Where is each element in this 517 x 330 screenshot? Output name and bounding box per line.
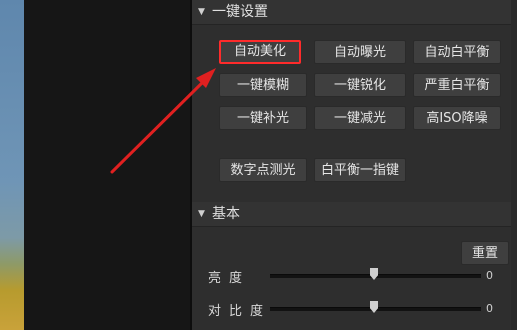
- digital-spot-metering-button[interactable]: 数字点测光: [219, 158, 307, 182]
- one-key-reduce-light-button[interactable]: 一键减光: [314, 106, 406, 130]
- one-key-section-header[interactable]: ▼ 一键设置: [192, 0, 517, 25]
- canvas-area: [24, 0, 190, 330]
- white-balance-one-touch-button[interactable]: 白平衡一指键: [314, 158, 406, 182]
- panel-scrollbar[interactable]: [511, 0, 517, 330]
- brightness-label: 亮度: [208, 271, 251, 286]
- high-iso-denoise-button[interactable]: 高ISO降噪: [413, 106, 501, 130]
- auto-beautify-button[interactable]: 自动美化: [219, 40, 301, 64]
- auto-exposure-button[interactable]: 自动曝光: [314, 40, 406, 64]
- reset-button[interactable]: 重置: [461, 241, 509, 265]
- one-key-blur-button[interactable]: 一键模糊: [219, 73, 307, 97]
- contrast-value: 0: [486, 302, 493, 315]
- photo-preview-edge: [0, 0, 24, 330]
- strict-white-balance-button[interactable]: 严重白平衡: [413, 73, 501, 97]
- one-key-section-title: 一键设置: [212, 4, 268, 20]
- contrast-label: 对比度: [208, 304, 272, 319]
- brightness-value: 0: [486, 269, 493, 282]
- one-key-sharpen-button[interactable]: 一键锐化: [314, 73, 406, 97]
- basic-section-header[interactable]: ▼ 基本: [192, 202, 517, 227]
- one-key-fill-light-button[interactable]: 一键补光: [219, 106, 307, 130]
- auto-white-balance-button[interactable]: 自动白平衡: [413, 40, 501, 64]
- chevron-down-icon: ▼: [198, 209, 205, 219]
- chevron-down-icon: ▼: [198, 7, 205, 17]
- basic-section-title: 基本: [212, 206, 240, 222]
